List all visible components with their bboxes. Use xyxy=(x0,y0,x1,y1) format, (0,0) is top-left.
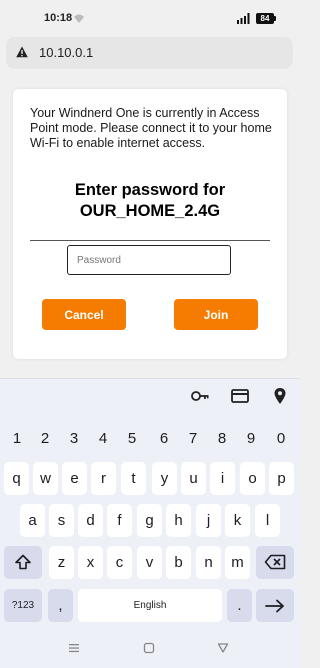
key-k[interactable]: k xyxy=(225,504,250,537)
key-n[interactable]: n xyxy=(196,546,221,579)
key-2[interactable]: 2 xyxy=(34,428,56,450)
key-9[interactable]: 9 xyxy=(240,428,262,450)
key-f[interactable]: f xyxy=(107,504,132,537)
key-d[interactable]: d xyxy=(78,504,103,537)
key-6[interactable]: 6 xyxy=(153,428,175,450)
arrow-right-icon xyxy=(265,599,284,613)
url-text[interactable]: 10.10.0.1 xyxy=(39,45,93,60)
key-l[interactable]: l xyxy=(255,504,280,537)
key-a[interactable]: a xyxy=(20,504,45,537)
backspace-icon xyxy=(264,554,286,570)
key-i[interactable]: i xyxy=(210,462,235,495)
status-bar: 10:18 84 xyxy=(0,0,300,36)
key-r[interactable]: r xyxy=(91,462,116,495)
menu-icon[interactable] xyxy=(68,642,80,654)
battery-icon: 84 xyxy=(256,13,276,24)
key-j[interactable]: j xyxy=(196,504,221,537)
home-square-icon[interactable] xyxy=(143,642,155,654)
key-o[interactable]: o xyxy=(240,462,265,495)
dialog-message: Your Windnerd One is currently in Access… xyxy=(30,106,272,150)
key-s[interactable]: s xyxy=(49,504,74,537)
key-w[interactable]: w xyxy=(33,462,58,495)
status-time: 10:18 xyxy=(44,12,73,24)
key-0[interactable]: 0 xyxy=(270,428,292,450)
key-t[interactable]: t xyxy=(121,462,146,495)
shift-key[interactable] xyxy=(4,546,42,579)
key-5[interactable]: 5 xyxy=(121,428,143,450)
shift-arrow-icon xyxy=(15,554,31,570)
key-g[interactable]: g xyxy=(137,504,162,537)
dialog-title: Enter password for OUR_HOME_2.4G xyxy=(13,180,287,222)
key-1[interactable]: 1 xyxy=(6,428,28,450)
location-pin-icon[interactable] xyxy=(270,387,290,405)
key-icon[interactable] xyxy=(190,387,210,405)
key-u[interactable]: u xyxy=(181,462,206,495)
signal-icon xyxy=(237,13,250,24)
cancel-button[interactable]: Cancel xyxy=(42,299,126,330)
key-4[interactable]: 4 xyxy=(92,428,114,450)
wifi-password-dialog: Your Windnerd One is currently in Access… xyxy=(13,89,287,359)
password-input[interactable] xyxy=(67,245,231,275)
symbols-key[interactable]: ?123 xyxy=(4,589,42,622)
key-m[interactable]: m xyxy=(225,546,250,579)
key-8[interactable]: 8 xyxy=(211,428,233,450)
key-e[interactable]: e xyxy=(62,462,87,495)
key-p[interactable]: p xyxy=(269,462,294,495)
key-z[interactable]: z xyxy=(49,546,74,579)
key-x[interactable]: x xyxy=(78,546,103,579)
dialog-title-ssid: OUR_HOME_2.4G xyxy=(79,202,221,220)
enter-key[interactable] xyxy=(256,589,294,622)
warning-triangle-icon[interactable] xyxy=(16,46,28,58)
credit-card-icon[interactable] xyxy=(230,387,250,405)
soft-keyboard: 1 2 3 4 5 6 7 8 9 0 q w e r t y u i o p … xyxy=(0,378,300,668)
key-v[interactable]: v xyxy=(137,546,162,579)
wifi-icon xyxy=(74,14,84,23)
key-y[interactable]: y xyxy=(152,462,177,495)
key-c[interactable]: c xyxy=(107,546,132,579)
back-triangle-icon[interactable] xyxy=(217,642,229,654)
key-7[interactable]: 7 xyxy=(182,428,204,450)
dialog-title-line1: Enter password for xyxy=(74,181,226,199)
period-key[interactable]: . xyxy=(227,589,252,622)
comma-key[interactable]: , xyxy=(48,589,73,622)
join-button[interactable]: Join xyxy=(174,299,258,330)
backspace-key[interactable] xyxy=(256,546,294,579)
key-h[interactable]: h xyxy=(166,504,191,537)
key-b[interactable]: b xyxy=(166,546,191,579)
key-3[interactable]: 3 xyxy=(63,428,85,450)
url-bar[interactable]: 10.10.0.1 xyxy=(6,37,293,69)
key-q[interactable]: q xyxy=(4,462,29,495)
divider xyxy=(30,240,270,241)
space-bar[interactable]: English xyxy=(78,589,222,622)
